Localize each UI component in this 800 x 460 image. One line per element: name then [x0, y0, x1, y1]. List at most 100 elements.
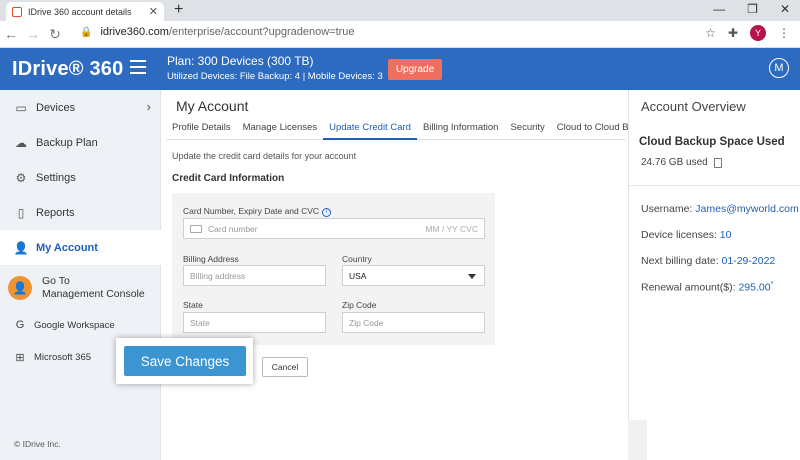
credit-card-form: Card Number, Expiry Date and CVC i Card n… [172, 193, 495, 345]
goto-line1: Go To [42, 275, 70, 287]
extensions-icon[interactable]: ✚ [728, 26, 738, 40]
sidebar-item-settings[interactable]: ⚙ Settings [0, 160, 161, 195]
card-label: Card Number, Expiry Date and CVC i [183, 206, 332, 217]
billing-address-input[interactable]: Billing address [183, 265, 326, 286]
sidebar-item-label: Microsoft 365 [34, 351, 92, 363]
sidebar: ▭ Devices › ☁ Backup Plan ⚙ Settings ▯ R… [0, 90, 161, 460]
hamburger-menu-icon[interactable] [130, 60, 146, 74]
user-icon: 👤 [13, 240, 29, 255]
zip-code-label: Zip Code [342, 300, 377, 310]
tab-update-credit-card[interactable]: Update Credit Card [323, 118, 417, 140]
card-number-input[interactable]: Card number MM / YY CVC [183, 218, 485, 239]
overview-title: Account Overview [641, 99, 746, 114]
info-icon[interactable]: i [322, 207, 332, 217]
country-label: Country [342, 254, 372, 264]
window-controls: — ❐ ✕ [713, 2, 790, 16]
reload-icon[interactable]: ↻ [44, 26, 66, 43]
renewal-asterisk: * [770, 281, 774, 288]
page-description: Update the credit card details for your … [172, 151, 357, 161]
billing-date-value: 01-29-2022 [721, 255, 776, 267]
close-window-icon[interactable]: ✕ [780, 2, 790, 16]
star-icon[interactable]: ☆ [705, 26, 716, 40]
idrive-logo[interactable]: IDrive® 360 [12, 58, 123, 81]
sidebar-item-reports[interactable]: ▯ Reports [0, 195, 161, 230]
person-icon: 👤 [8, 276, 32, 300]
section-title: Credit Card Information [172, 173, 285, 184]
new-tab-icon[interactable]: + [174, 1, 183, 19]
browser-toolbar: ☆ ✚ Y ⋮ [705, 25, 790, 41]
chevron-right-icon: › [146, 99, 151, 114]
cloud-upload-icon: ☁ [15, 135, 27, 150]
back-icon[interactable]: ← [0, 26, 22, 42]
profile-avatar[interactable]: Y [750, 25, 766, 41]
sidebar-item-my-account[interactable]: 👤 My Account [0, 230, 161, 265]
zip-placeholder: Zip Code [349, 317, 384, 328]
account-tabs: Profile Details Manage Licenses Update C… [166, 118, 654, 140]
licenses-value: 10 [719, 229, 732, 241]
windows-icon: ⊞ [15, 351, 25, 364]
tab-manage-licenses[interactable]: Manage Licenses [237, 118, 323, 140]
minimize-icon[interactable]: — [713, 2, 725, 16]
sidebar-item-label: Settings [36, 171, 76, 184]
tab-security[interactable]: Security [504, 118, 550, 140]
state-input[interactable]: State [183, 312, 326, 333]
goto-line2: Management Console [42, 288, 145, 300]
browser-tab[interactable]: IDrive 360 account details ✕ [6, 2, 164, 21]
idrive-favicon-icon [12, 6, 22, 17]
country-select[interactable]: USA [342, 265, 485, 286]
calculator-icon[interactable] [713, 157, 722, 168]
copyright: © IDrive Inc. [14, 439, 61, 449]
username-value: James@myworld.com [695, 203, 799, 215]
tab-billing-information[interactable]: Billing Information [417, 118, 505, 140]
sidebar-item-label: Devices [36, 101, 76, 114]
username-label: Username: [641, 203, 696, 215]
sidebar-item-label: My Account [36, 241, 98, 254]
sidebar-item-google-workspace[interactable]: G Google Workspace [0, 310, 161, 340]
upgrade-button[interactable]: Upgrade [388, 59, 442, 80]
billing-date-row: Next billing date: 01-29-2022 [641, 255, 775, 267]
address-bar: ← → ↻ 🔒 idrive360.com/enterprise/account… [0, 21, 800, 48]
state-label: State [183, 300, 203, 310]
forward-icon[interactable]: → [22, 26, 44, 42]
sidebar-item-label: Backup Plan [36, 136, 98, 149]
divider [629, 185, 800, 186]
url-domain: idrive360.com [100, 26, 169, 38]
billing-date-label: Next billing date: [641, 255, 722, 267]
country-value: USA [349, 270, 367, 281]
goto-management-console[interactable]: 👤 Go To Management Console [0, 268, 161, 308]
document-icon: ▯ [17, 205, 25, 220]
url-path: /enterprise/account?upgradenow=true [168, 26, 355, 38]
sidebar-item-label: Reports [36, 206, 75, 219]
account-overview-panel: Account Overview Cloud Backup Space Used… [628, 90, 800, 460]
billing-address-label: Billing Address [183, 254, 239, 264]
space-heading: Cloud Backup Space Used [639, 136, 785, 148]
url-field[interactable]: 🔒 idrive360.com/enterprise/account?upgra… [80, 26, 355, 38]
space-used-value: 24.76 GB used [641, 157, 708, 168]
restore-icon[interactable]: ❐ [747, 2, 758, 16]
page-title: My Account [176, 98, 249, 114]
scrollbar[interactable] [628, 420, 647, 460]
more-menu-icon[interactable]: ⋮ [778, 26, 790, 40]
close-tab-icon[interactable]: ✕ [149, 5, 158, 18]
utilized-devices: Utilized Devices: File Backup: 4 | Mobil… [167, 71, 383, 82]
state-placeholder: State [190, 317, 210, 328]
zip-code-input[interactable]: Zip Code [342, 312, 485, 333]
save-changes-callout: Save Changes [116, 338, 253, 384]
save-changes-button[interactable]: Save Changes [124, 346, 246, 376]
tab-profile-details[interactable]: Profile Details [166, 118, 237, 140]
renewal-row: Renewal amount($): 295.00* [641, 281, 773, 294]
browser-tabbar: IDrive 360 account details ✕ + — ❐ ✕ [0, 0, 800, 21]
gear-icon: ⚙ [15, 170, 27, 185]
sidebar-item-backup-plan[interactable]: ☁ Backup Plan [0, 125, 161, 160]
renewal-value: 295.00 [738, 281, 771, 294]
card-placeholder: Card number [208, 223, 258, 234]
cancel-button[interactable]: Cancel [262, 357, 308, 377]
plan-info: Plan: 300 Devices (300 TB) [167, 54, 314, 68]
user-avatar[interactable]: M [769, 58, 789, 78]
sidebar-item-devices[interactable]: ▭ Devices › [0, 90, 161, 125]
licenses-row: Device licenses: 10 [641, 229, 731, 241]
lock-icon: 🔒 [80, 26, 93, 38]
billing-placeholder: Billing address [190, 270, 246, 281]
renewal-label: Renewal amount($): [641, 281, 739, 294]
licenses-label: Device licenses: [641, 229, 720, 241]
